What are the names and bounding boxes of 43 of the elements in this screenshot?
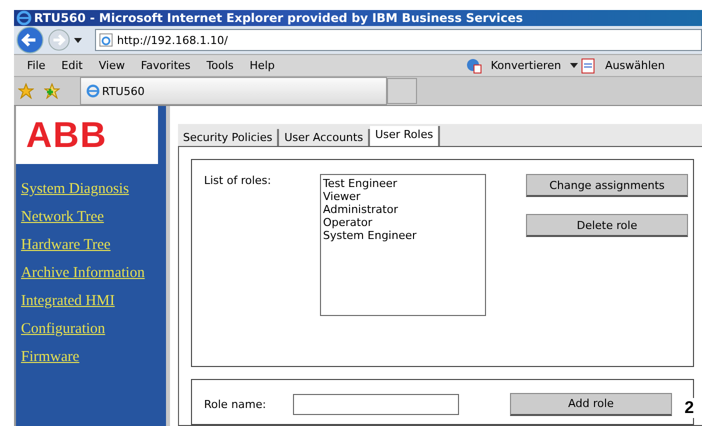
sidebar-link[interactable]: Firmware <box>16 349 166 366</box>
address-field[interactable]: http://192.168.1.10/ <box>95 29 702 51</box>
caret-icon[interactable] <box>74 38 82 42</box>
field-label: Role name: <box>204 398 268 410</box>
menu-item[interactable]: Help <box>242 59 282 72</box>
menu-item[interactable]: View <box>92 59 132 72</box>
select-button[interactable]: Auswählen <box>598 59 672 72</box>
browser-logo-icon <box>16 10 32 26</box>
sidebar-link[interactable]: Network Tree <box>16 209 166 226</box>
logo: ABB <box>26 114 107 156</box>
star-icon[interactable] <box>18 83 34 99</box>
menu-item[interactable]: Favorites <box>134 59 198 72</box>
sidebar-link[interactable]: Archive Information <box>16 265 166 282</box>
sidebar-link[interactable]: Configuration <box>16 321 166 338</box>
caret-icon[interactable] <box>570 63 578 68</box>
menu-item[interactable]: Edit <box>54 59 90 72</box>
list-item[interactable]: Administrator <box>323 203 483 216</box>
list-item[interactable]: System Engineer <box>323 229 483 242</box>
add-star-icon[interactable] <box>44 83 60 99</box>
back-icon[interactable] <box>16 26 44 54</box>
action-button[interactable]: Delete role <box>526 214 688 237</box>
window-title: RTU560 - Microsoft Internet Explorer provided by IBM Business Services <box>34 11 523 25</box>
tab[interactable]: User Roles <box>370 126 440 146</box>
sidebar-link[interactable]: Integrated HMI <box>16 293 166 310</box>
convert-button[interactable]: Konvertieren <box>484 59 568 72</box>
list-label: List of roles: <box>204 174 272 187</box>
roles-list[interactable]: Test Engineer Viewer Administrator Operator System Engineer <box>320 174 486 316</box>
browser-tab[interactable]: RTU560 <box>80 77 387 105</box>
list-item[interactable]: Operator <box>323 216 483 229</box>
browser-logo-icon <box>86 84 100 98</box>
add-role-button[interactable]: Add role <box>510 392 672 416</box>
globe-document-icon <box>466 58 482 74</box>
sidebar-link[interactable]: Hardware Tree <box>16 237 166 254</box>
page-icon <box>99 33 113 47</box>
sidebar-link[interactable]: System Diagnosis <box>16 181 166 198</box>
list-item[interactable]: Test Engineer <box>323 177 483 190</box>
action-button[interactable]: Change assignments <box>526 174 688 197</box>
menu-item[interactable]: File <box>20 59 52 72</box>
menu-item[interactable]: Tools <box>200 59 241 72</box>
tab[interactable]: Security Policies <box>178 129 280 146</box>
list-item[interactable]: Viewer <box>323 190 483 203</box>
role-name-field[interactable] <box>293 394 459 414</box>
document-icon <box>580 58 596 74</box>
